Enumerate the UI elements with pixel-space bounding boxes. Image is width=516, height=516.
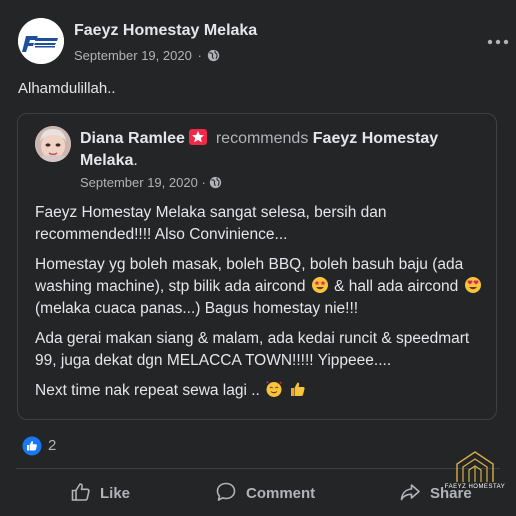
post-header: Faeyz Homestay Melaka September 19, 2020… [18, 18, 509, 66]
more-icon[interactable] [486, 32, 510, 52]
like-icon [71, 483, 90, 501]
comment-label: Comment [246, 485, 316, 502]
post-meta: September 19, 2020 · [74, 48, 220, 63]
faeyz-logo-icon [18, 18, 64, 64]
review-date[interactable]: September 19, 2020 [80, 175, 198, 190]
review-paragraph-2: Homestay yg boleh masak, boleh BBQ, bole… [35, 254, 485, 320]
avatar [35, 126, 71, 162]
post-caption: Alhamdulillah.. [18, 80, 116, 97]
house-logo-icon [456, 451, 494, 482]
target-suffix: . [133, 152, 138, 169]
recommend-icon [189, 129, 208, 145]
watermark: FAEYZ HOMESTAY [440, 448, 510, 496]
post-date[interactable]: September 19, 2020 [74, 48, 192, 63]
globe-icon [210, 176, 222, 189]
smiling-hearts-emoji-icon [266, 381, 282, 397]
page-avatar[interactable] [18, 18, 64, 64]
shared-recommendation-card[interactable]: Diana Ramlee recommends Faeyz Homestay M… [17, 113, 497, 420]
heart-eyes-emoji-icon [464, 277, 481, 293]
review-p2-text-b: & hall ada aircond [334, 278, 459, 295]
comment-button[interactable]: Comment [215, 478, 335, 508]
share-icon [400, 484, 420, 501]
reaction-count[interactable]: 2 [48, 437, 56, 454]
review-paragraph-3: Ada gerai makan siang & malam, ada kedai… [35, 330, 470, 369]
recommends-text: recommends [215, 130, 309, 147]
thumbs-up-emoji-icon [291, 382, 306, 396]
reviewer-name[interactable]: Diana Ramlee [80, 130, 185, 147]
globe-icon [208, 49, 220, 62]
meta-separator: · [201, 175, 206, 190]
meta-separator: · [197, 48, 202, 63]
review-paragraph-4: Next time nak repeat sewa lagi .. [35, 380, 485, 402]
review-paragraph-1: Faeyz Homestay Melaka sangat selesa, ber… [35, 204, 387, 243]
like-label: Like [100, 485, 131, 502]
comment-icon [216, 482, 236, 501]
review-body: Faeyz Homestay Melaka sangat selesa, ber… [35, 202, 485, 410]
page-name[interactable]: Faeyz Homestay Melaka [74, 22, 257, 40]
star-struck-emoji-icon [311, 277, 328, 293]
reviewer-avatar[interactable] [35, 126, 71, 162]
like-reaction-icon [22, 436, 42, 456]
like-button[interactable]: Like [70, 478, 150, 508]
watermark-text: FAEYZ HOMESTAY [444, 484, 506, 490]
divider [16, 468, 500, 469]
reviewer-line: Diana Ramlee recommends Faeyz Homestay M… [80, 128, 480, 172]
review-p2-text-c: (melaka cuaca panas...) Bagus homestay n… [35, 300, 359, 317]
review-p4-text: Next time nak repeat sewa lagi .. [35, 382, 260, 399]
review-meta: September 19, 2020 · [80, 175, 222, 190]
